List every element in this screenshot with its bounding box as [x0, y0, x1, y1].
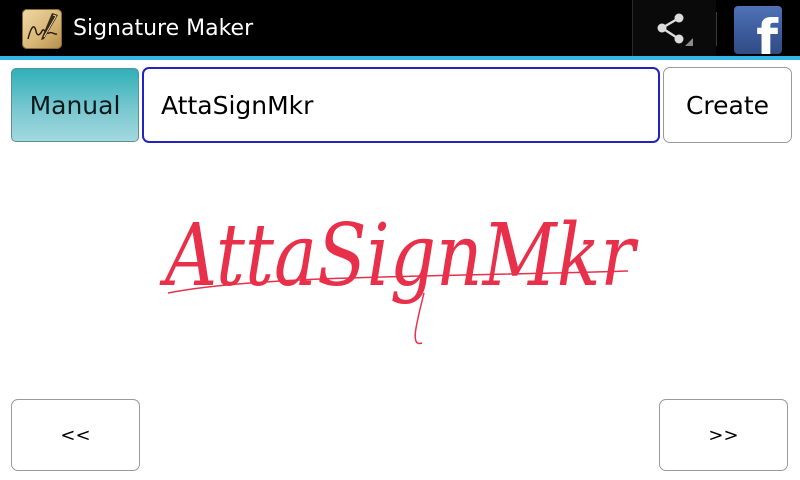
action-bar-underline — [0, 56, 800, 60]
action-bar-divider — [716, 12, 717, 46]
facebook-icon: f — [756, 9, 778, 54]
create-button[interactable]: Create — [663, 67, 792, 143]
signature-quill-icon — [22, 9, 62, 49]
signature-text: AttaSignMkr — [159, 206, 639, 306]
app-title: Signature Maker — [73, 16, 254, 41]
facebook-button[interactable]: f — [734, 6, 782, 54]
signature-name-input[interactable] — [142, 67, 660, 143]
share-button[interactable] — [632, 0, 716, 56]
next-style-button[interactable]: >> — [659, 399, 788, 471]
signature-preview: AttaSignMkr — [140, 175, 660, 365]
action-bar: Signature Maker f — [0, 0, 800, 56]
signature-maker-screen: Signature Maker f Manual Create AttaSign… — [0, 0, 800, 480]
previous-style-button[interactable]: << — [11, 399, 140, 471]
share-icon — [657, 13, 693, 46]
manual-button[interactable]: Manual — [11, 68, 139, 142]
signature-image: AttaSignMkr — [159, 206, 639, 345]
